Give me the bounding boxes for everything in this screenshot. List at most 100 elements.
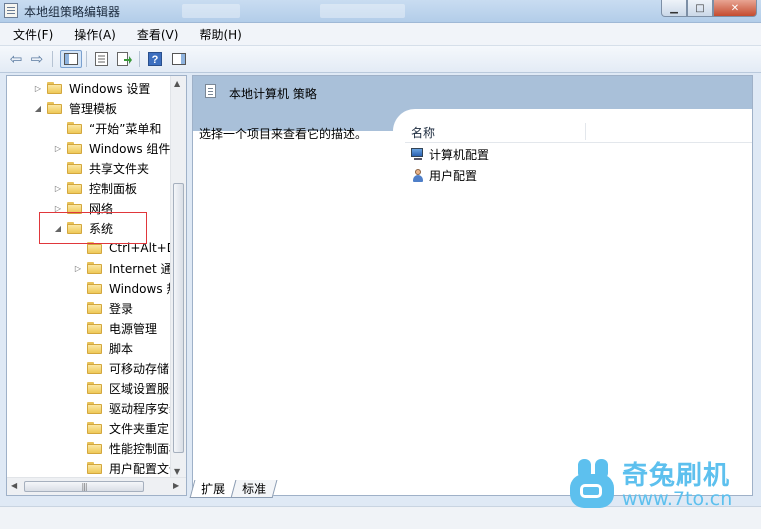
watermark-url: www.7to.cn [622, 488, 733, 510]
folder-icon [67, 162, 82, 174]
logo-face [570, 474, 614, 508]
tree-item[interactable]: 脚本 [73, 338, 133, 358]
back-arrow-icon: ⇦ [9, 49, 23, 68]
properties-icon [94, 52, 108, 66]
watermark: 奇兔刷机 www.7to.cn [568, 455, 758, 515]
title-bar: 本地组策略编辑器 ▁ □ ✕ [0, 0, 761, 23]
window-controls: ▁ □ ✕ [661, 0, 757, 18]
background-glare [182, 4, 240, 18]
close-button[interactable]: ✕ [713, 0, 757, 17]
maximize-button[interactable]: □ [687, 0, 713, 17]
expand-arrow-icon[interactable]: ▷ [53, 144, 63, 153]
tree-item[interactable]: 区域设置服务 [73, 378, 181, 398]
tree-item[interactable]: 性能控制面板 [73, 438, 181, 458]
tree-item-label: Internet 通 [109, 261, 173, 276]
folder-icon [87, 462, 102, 474]
watermark-brand: 奇兔刷机 [622, 461, 731, 491]
grip-icon: ||| [81, 482, 87, 491]
details-panel: 本地计算机 策略 选择一个项目来查看它的描述。 名称 计算机配置 用户配置 [192, 75, 753, 496]
folder-icon [47, 82, 62, 94]
background-glare [320, 4, 405, 18]
tree-item-label: 控制面板 [89, 181, 138, 196]
tree-item-label: 脚本 [109, 341, 134, 356]
minimize-button[interactable]: ▁ [661, 0, 687, 17]
scroll-thumb-horizontal[interactable]: ||| [24, 481, 144, 492]
collapse-arrow-icon[interactable]: ◢ [33, 104, 43, 113]
scroll-left-icon[interactable]: ◀ [11, 481, 17, 490]
tree-vertical-scrollbar[interactable]: ▲ ▼ [170, 76, 186, 479]
expand-arrow-icon[interactable]: ▷ [33, 84, 43, 93]
tree-item[interactable]: ▷ Windows 组件 [53, 138, 170, 158]
folder-icon [87, 362, 102, 374]
scroll-right-icon[interactable]: ▶ [173, 481, 179, 490]
tree-horizontal-scrollbar[interactable]: ◀ ||| ▶ [7, 477, 186, 495]
tree-item[interactable]: 登录 [73, 298, 133, 318]
list-item-computer-config[interactable]: 计算机配置 [411, 144, 489, 164]
tree-item[interactable]: 文件夹重定向 [73, 418, 181, 438]
tree-item[interactable]: ▷ 控制面板 [53, 178, 137, 198]
scroll-up-icon[interactable]: ▲ [174, 79, 180, 88]
menu-view[interactable]: 查看(V) [124, 26, 187, 43]
menu-help[interactable]: 帮助(H) [186, 26, 249, 43]
toolbar: ⇦ ⇨ ? [0, 46, 761, 73]
tree-item[interactable]: “开始”菜单和 [53, 118, 161, 138]
list-item-user-config[interactable]: 用户配置 [411, 165, 477, 185]
folder-icon [87, 282, 102, 294]
tree-panel: ▷ Windows 设置 ◢ 管理模板 “开始”菜单和 ▷ Windows 组件 共享文件夹 ▷… [6, 75, 187, 496]
properties-button[interactable] [92, 50, 110, 68]
window-title: 本地组策略编辑器 [24, 5, 121, 19]
policy-document-icon [205, 84, 216, 98]
expand-arrow-icon[interactable]: ▷ [53, 184, 63, 193]
forward-arrow-icon: ⇨ [30, 49, 44, 68]
tree-item[interactable]: 可移动存储 [73, 358, 169, 378]
tree-item[interactable]: ◢ 管理模板 [33, 98, 117, 118]
menu-bar: 文件(F) 操作(A) 查看(V) 帮助(H) [0, 23, 761, 46]
menu-file[interactable]: 文件(F) [0, 26, 61, 43]
tree-item-label: Windows 组件 [89, 141, 171, 156]
column-divider[interactable] [585, 123, 586, 140]
forward-button[interactable]: ⇨ [28, 50, 46, 68]
show-hide-action-pane-button[interactable] [170, 50, 188, 68]
computer-config-icon [411, 147, 425, 161]
folder-icon [87, 382, 102, 394]
folder-icon [87, 342, 102, 354]
list-item-label: 计算机配置 [429, 147, 490, 162]
folder-icon [87, 442, 102, 454]
help-icon: ? [148, 52, 162, 66]
export-list-button[interactable] [115, 50, 133, 68]
scroll-thumb[interactable] [173, 183, 184, 453]
tree-item-label: Windows 热 [109, 281, 179, 296]
column-name-header[interactable]: 名称 [411, 124, 435, 141]
tree-item[interactable]: 共享文件夹 [53, 158, 149, 178]
folder-icon [67, 122, 82, 134]
details-header: 本地计算机 策略 [193, 76, 752, 109]
show-hide-action-pane-icon [172, 53, 186, 65]
menu-action[interactable]: 操作(A) [61, 26, 124, 43]
tab-extended-label: 扩展 [201, 482, 226, 496]
list-item-label: 用户配置 [429, 168, 478, 183]
scroll-down-icon[interactable]: ▼ [174, 467, 180, 476]
show-hide-tree-icon [64, 53, 78, 65]
folder-icon [47, 102, 62, 114]
folder-icon [87, 262, 102, 274]
folder-icon [87, 302, 102, 314]
svg-text:?: ? [152, 54, 159, 66]
tree-item-label: Windows 设置 [69, 81, 151, 96]
tab-extended[interactable]: 扩展 [189, 480, 237, 498]
tree-item-label: 可移动存储 [109, 361, 170, 376]
tree-item[interactable]: 电源管理 [73, 318, 157, 338]
tree-item[interactable]: 用户配置文件 [73, 458, 181, 478]
tree-item[interactable]: 驱动程序安装 [73, 398, 181, 418]
show-hide-tree-button[interactable] [60, 50, 82, 68]
back-button[interactable]: ⇦ [7, 50, 25, 68]
help-button[interactable]: ? [146, 50, 164, 68]
tree-item[interactable]: Windows 热 [73, 278, 178, 298]
tree-item[interactable]: ▷ Internet 通 [73, 258, 173, 278]
tab-standard-label: 标准 [242, 482, 267, 496]
expand-arrow-icon[interactable]: ▷ [73, 264, 83, 273]
tree-item[interactable]: ▷ Windows 设置 [33, 78, 150, 98]
gpedit-app-icon [4, 3, 18, 18]
column-header: 名称 [405, 121, 752, 143]
user-config-icon [411, 168, 425, 182]
tab-standard[interactable]: 标准 [230, 480, 278, 498]
